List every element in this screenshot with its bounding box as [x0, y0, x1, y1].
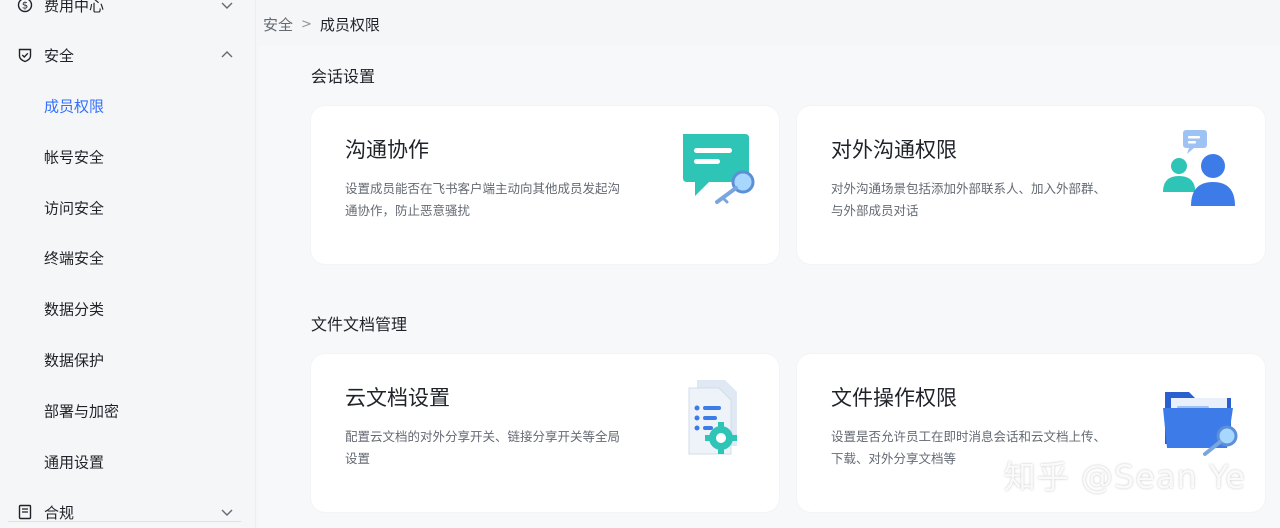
breadcrumb-parent-link[interactable]: 安全 [263, 14, 293, 35]
sidebar-item-label: 帐号安全 [44, 148, 105, 167]
breadcrumb-separator: > [301, 16, 312, 32]
sidebar-item-deployment-encryption[interactable]: 部署与加密 [0, 391, 255, 431]
sidebar-group-label: 安全 [44, 46, 75, 65]
sidebar-group-label: 合规 [44, 503, 75, 522]
chevron-up-icon [220, 48, 234, 62]
card-communication-collaboration[interactable]: 沟通协作 设置成员能否在飞书客户端主动向其他成员发起沟通协作，防止恶意骚扰 [311, 106, 779, 264]
users-chat-icon [1161, 128, 1243, 210]
sidebar-item-label: 访问安全 [44, 199, 105, 218]
card-title: 沟通协作 [345, 138, 429, 162]
card-external-communication[interactable]: 对外沟通权限 对外沟通场景包括添加外部联系人、加入外部群、与外部成员对话 [797, 106, 1265, 264]
breadcrumb-current: 成员权限 [319, 15, 380, 34]
chevron-down-icon [220, 0, 234, 12]
chat-key-icon [675, 128, 757, 210]
sidebar-item-label: 通用设置 [44, 453, 105, 472]
breadcrumb: 安全 > 成员权限 [263, 14, 380, 34]
card-description: 设置是否允许员工在即时消息会话和云文档上传、下载、对外分享文档等 [831, 429, 1107, 466]
card-cloud-doc-settings[interactable]: 云文档设置 配置云文档的对外分享开关、链接分享开关等全局设置 [311, 354, 779, 512]
sidebar-group-security[interactable]: 安全 [0, 35, 255, 75]
sidebar-group-billing[interactable]: $ 费用中心 [0, 0, 255, 25]
section-title: 会话设置 [311, 67, 376, 86]
card-title: 文件操作权限 [831, 386, 957, 410]
sidebar-item-access-security[interactable]: 访问安全 [0, 188, 255, 228]
section-title: 文件文档管理 [311, 315, 408, 334]
main-content: 安全 > 成员权限 会话设置 沟通协作 设置成员能否在飞书客户端主动向其他成员发… [257, 0, 1280, 528]
sidebar-divider [8, 521, 241, 522]
content-panel: 会话设置 沟通协作 设置成员能否在飞书客户端主动向其他成员发起沟通协作，防止恶意… [259, 46, 1280, 528]
sidebar-item-account-security[interactable]: 帐号安全 [0, 137, 255, 177]
card-file-operation-permissions[interactable]: 文件操作权限 设置是否允许员工在即时消息会话和云文档上传、下载、对外分享文档等 [797, 354, 1265, 512]
sidebar-item-label: 数据保护 [44, 351, 105, 370]
sidebar-group-compliance[interactable]: 合规 [0, 492, 255, 528]
document-icon [17, 504, 33, 520]
sidebar-item-label: 部署与加密 [44, 402, 120, 421]
card-description: 对外沟通场景包括添加外部联系人、加入外部群、与外部成员对话 [831, 181, 1107, 218]
sidebar-item-data-classification[interactable]: 数据分类 [0, 289, 255, 329]
sidebar-group-label: 费用中心 [44, 0, 105, 15]
folder-key-icon [1161, 376, 1243, 458]
shield-icon [17, 47, 33, 63]
card-description: 设置成员能否在飞书客户端主动向其他成员发起沟通协作，防止恶意骚扰 [345, 181, 621, 218]
svg-text:$: $ [22, 1, 28, 12]
sidebar-item-member-permissions[interactable]: 成员权限 [0, 86, 255, 126]
card-title: 云文档设置 [345, 386, 450, 410]
sidebar: $ 费用中心 安全 成员权限 帐号安全 访问安全 终端安全 数据分类 数据保护 … [0, 0, 256, 528]
doc-gear-icon [675, 376, 757, 458]
card-description: 配置云文档的对外分享开关、链接分享开关等全局设置 [345, 429, 621, 466]
sidebar-item-label: 数据分类 [44, 300, 105, 319]
sidebar-item-label: 终端安全 [44, 249, 105, 268]
sidebar-item-data-protection[interactable]: 数据保护 [0, 340, 255, 380]
dollar-circle-icon: $ [17, 0, 33, 13]
sidebar-item-label: 成员权限 [44, 97, 105, 116]
card-title: 对外沟通权限 [831, 138, 957, 162]
sidebar-item-general-settings[interactable]: 通用设置 [0, 442, 255, 482]
sidebar-item-device-security[interactable]: 终端安全 [0, 238, 255, 278]
chevron-down-icon [220, 505, 234, 519]
